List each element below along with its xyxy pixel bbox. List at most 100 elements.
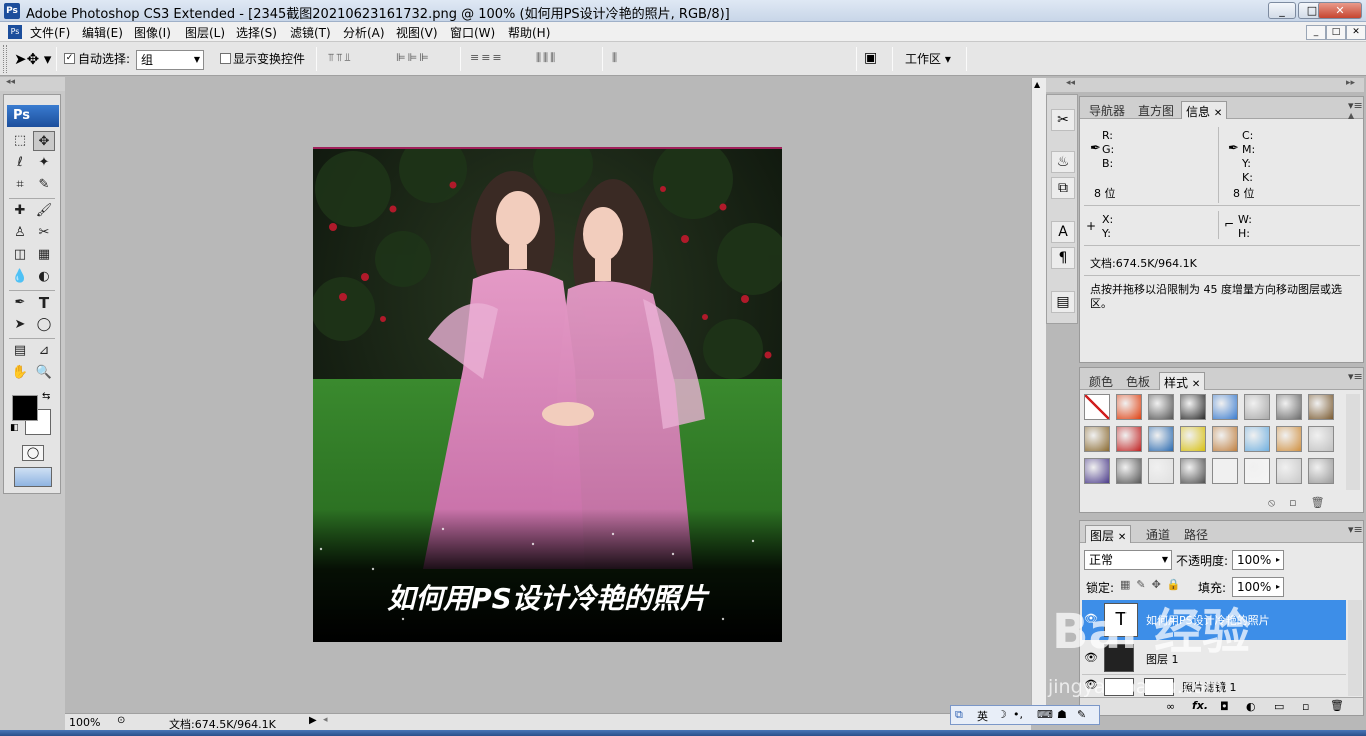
tab-channels[interactable]: 通道 xyxy=(1142,525,1174,543)
style-swatch[interactable] xyxy=(1148,426,1174,452)
layers-scrollbar[interactable] xyxy=(1348,600,1362,696)
notes-panel-icon[interactable]: ▤ xyxy=(1051,291,1075,313)
scroll-up-icon[interactable]: ▲ xyxy=(1034,80,1040,89)
photoshop-app-icon[interactable]: Ps xyxy=(4,3,20,19)
dodge-tool-icon[interactable]: ◐ xyxy=(33,267,55,287)
zoom-tool-icon[interactable]: 🔍 xyxy=(33,363,55,383)
hand-tool-icon[interactable]: ✋ xyxy=(9,363,31,383)
close-button[interactable]: ✕ xyxy=(1318,2,1362,19)
style-swatch[interactable] xyxy=(1212,458,1238,484)
menu-select[interactable]: 选择(S) xyxy=(236,24,277,41)
paragraph-icon[interactable]: ¶ xyxy=(1051,247,1075,269)
options-grip[interactable] xyxy=(3,45,7,73)
marquee-tool-icon[interactable]: ⬚ xyxy=(9,131,31,151)
style-swatch[interactable] xyxy=(1308,458,1334,484)
show-transform-checkbox[interactable] xyxy=(220,53,231,64)
auto-align-icon[interactable]: ⫼ xyxy=(612,51,619,67)
close-tab-icon[interactable]: ✕ xyxy=(1118,532,1126,543)
foreground-color-swatch[interactable] xyxy=(12,395,38,421)
doc-close-button[interactable]: ✕ xyxy=(1346,25,1366,40)
type-tool-icon[interactable]: T xyxy=(33,293,55,313)
tool-presets-icon[interactable]: ✂ xyxy=(1051,109,1075,131)
minimize-button[interactable]: _ xyxy=(1268,2,1296,19)
close-tab-icon[interactable]: ✕ xyxy=(1192,379,1200,390)
scroll-left-icon[interactable]: ◂ xyxy=(323,715,328,725)
tab-navigator[interactable]: 导航器 xyxy=(1085,101,1129,119)
swap-colors-icon[interactable]: ⇆ xyxy=(42,391,50,402)
menu-window[interactable]: 窗口(W) xyxy=(450,24,495,41)
chevron-right-icon[interactable]: ▸ xyxy=(1276,551,1280,569)
style-swatch[interactable] xyxy=(1212,394,1238,420)
style-swatch[interactable] xyxy=(1084,426,1110,452)
styles-footer-icons[interactable]: ⦸▫🗑 xyxy=(1268,496,1339,510)
style-swatch[interactable] xyxy=(1276,426,1302,452)
move-tool-preset-icon[interactable]: ➤✥ ▾ xyxy=(14,50,51,68)
menu-image[interactable]: 图像(I) xyxy=(134,24,171,41)
healing-brush-tool-icon[interactable]: ✚ xyxy=(9,201,31,221)
menu-layer[interactable]: 图层(L) xyxy=(185,24,225,41)
style-swatch[interactable] xyxy=(1116,458,1142,484)
auto-select-checkbox[interactable]: ✓ xyxy=(64,53,75,64)
blur-tool-icon[interactable]: 💧 xyxy=(9,267,31,287)
lock-icons[interactable]: ▦✎✥🔒 xyxy=(1120,578,1187,591)
style-swatch[interactable] xyxy=(1276,458,1302,484)
style-swatch[interactable] xyxy=(1244,458,1270,484)
keyboard-icon[interactable]: ⌨ xyxy=(1037,708,1053,721)
eraser-tool-icon[interactable]: ◫ xyxy=(9,245,31,265)
ime-language-toggle[interactable]: 英 xyxy=(977,708,988,724)
style-swatch[interactable] xyxy=(1084,394,1110,420)
style-swatch[interactable] xyxy=(1148,394,1174,420)
tab-histogram[interactable]: 直方图 xyxy=(1134,101,1178,119)
style-swatch[interactable] xyxy=(1116,426,1142,452)
tab-layers[interactable]: 图层 ✕ xyxy=(1085,525,1132,543)
distribute-horizontal-icons[interactable]: ⫼⫼⫼ xyxy=(536,51,557,67)
status-icon[interactable]: ⊙ xyxy=(117,715,125,726)
magic-wand-tool-icon[interactable]: ✦ xyxy=(33,153,55,173)
menu-analysis[interactable]: 分析(A) xyxy=(343,24,385,41)
bridge-icon[interactable]: ▣ xyxy=(864,50,877,66)
slice-tool-icon[interactable]: ✎ xyxy=(33,175,55,195)
add-mask-icon[interactable]: ◘ xyxy=(1220,700,1229,713)
doc-minimize-button[interactable]: _ xyxy=(1306,25,1326,40)
menu-filter[interactable]: 滤镜(T) xyxy=(290,24,331,41)
panel-menu-icon[interactable]: ▾≡ xyxy=(1348,523,1363,536)
default-colors-icon[interactable]: ◧ xyxy=(10,423,19,433)
move-tool-icon[interactable]: ✥ xyxy=(33,131,55,151)
notes-tool-icon[interactable]: ▤ xyxy=(9,341,31,361)
eyedropper-tool-icon[interactable]: ⊿ xyxy=(33,341,55,361)
align-top-icons[interactable]: ⫪⫪⫫ xyxy=(328,51,353,67)
document-icon[interactable]: Ps xyxy=(8,25,22,39)
menu-view[interactable]: 视图(V) xyxy=(396,24,438,41)
status-menu-arrow-icon[interactable]: ▶ xyxy=(309,715,317,726)
character-icon[interactable]: A xyxy=(1051,221,1075,243)
scroll-up-icon[interactable]: ▲ xyxy=(1348,111,1362,125)
screen-mode-icon[interactable] xyxy=(14,467,52,487)
path-selection-tool-icon[interactable]: ➤ xyxy=(9,315,31,335)
tab-styles[interactable]: 样式 ✕ xyxy=(1159,372,1206,390)
menu-edit[interactable]: 编辑(E) xyxy=(82,24,123,41)
style-swatch[interactable] xyxy=(1244,426,1270,452)
auto-select-dropdown[interactable]: 组 ▼ xyxy=(136,50,204,70)
close-tab-icon[interactable]: ✕ xyxy=(1214,108,1222,119)
ellipse-tool-icon[interactable]: ◯ xyxy=(33,315,55,335)
pen-tool-icon[interactable]: ✒ xyxy=(9,293,31,313)
quick-mask-icon[interactable]: ◯ xyxy=(22,445,44,461)
align-left-icons[interactable]: ⊫⊫⊫ xyxy=(396,51,431,67)
opacity-input[interactable]: 100% ▸ xyxy=(1232,550,1284,570)
link-layers-icon[interactable]: ∞ xyxy=(1166,700,1175,713)
style-swatch[interactable] xyxy=(1308,394,1334,420)
menu-help[interactable]: 帮助(H) xyxy=(508,24,550,41)
adjustment-layer-icon[interactable]: ◐ xyxy=(1246,700,1256,713)
brush-tool-icon[interactable]: 🖌 xyxy=(33,201,55,221)
toolbox-header[interactable]: ◂◂ xyxy=(0,77,65,91)
style-swatch[interactable] xyxy=(1180,394,1206,420)
dock-header[interactable]: ◂◂ ▸▸ xyxy=(1046,78,1364,92)
user-icon[interactable]: ☗ xyxy=(1057,708,1067,721)
menu-file[interactable]: 文件(F) xyxy=(30,24,70,41)
tab-color[interactable]: 颜色 xyxy=(1085,372,1117,390)
half-width-icon[interactable]: ☽ xyxy=(997,708,1007,721)
style-swatch[interactable] xyxy=(1084,458,1110,484)
brushes-icon[interactable]: ♨ xyxy=(1051,151,1075,173)
zoom-level[interactable]: 100% xyxy=(69,716,100,729)
style-swatch[interactable] xyxy=(1244,394,1270,420)
